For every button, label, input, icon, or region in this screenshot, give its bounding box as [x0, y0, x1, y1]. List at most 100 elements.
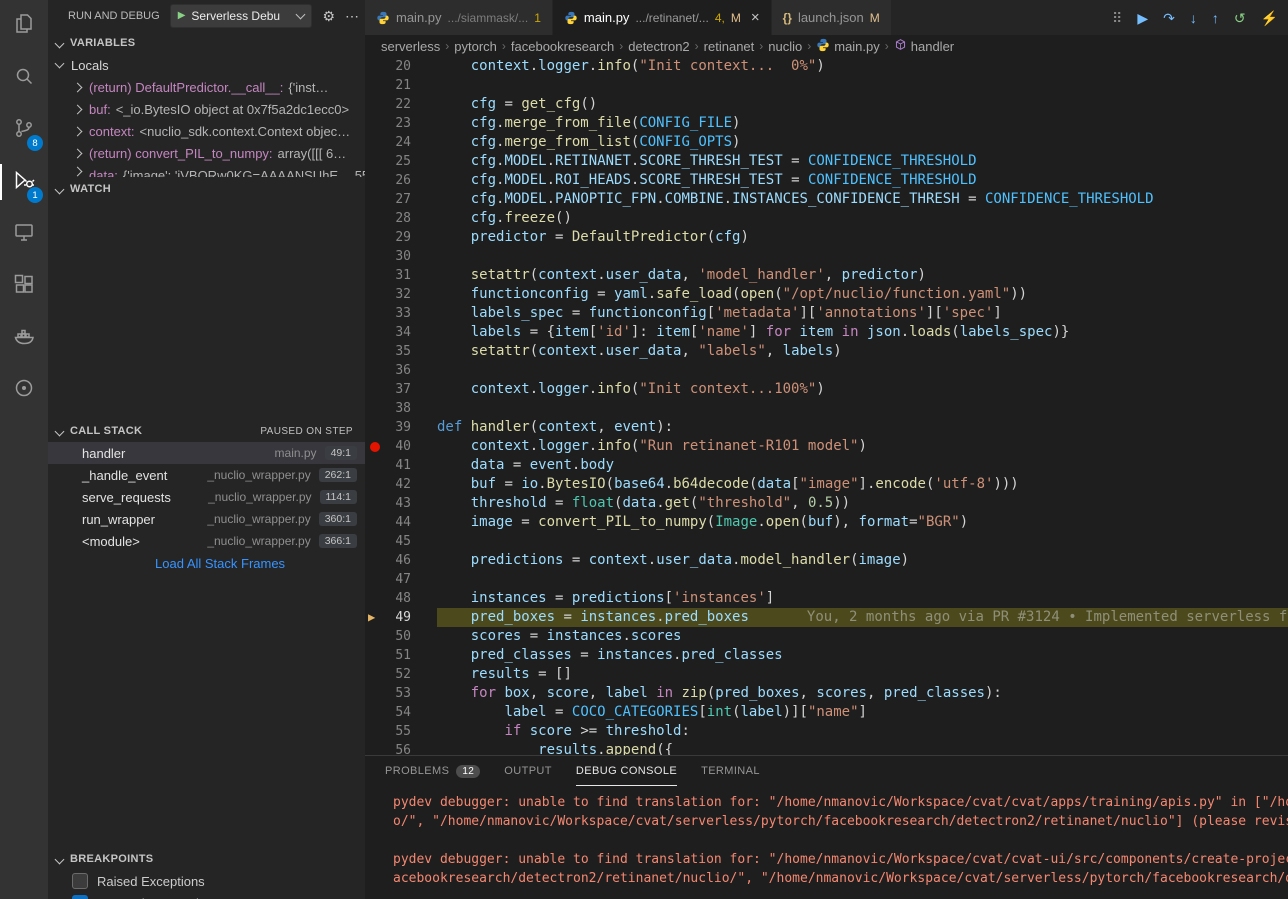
code-text[interactable]: def handler(context, event): [437, 418, 1288, 437]
panel-tab-terminal[interactable]: TERMINAL [701, 756, 760, 786]
breakpoints-section-header[interactable]: BREAKPOINTS [48, 848, 365, 870]
line-number[interactable]: 23 [385, 114, 411, 133]
stack-frame-row[interactable]: serve_requests_nuclio_wrapper.py114:1 [48, 486, 365, 508]
line-number[interactable]: 49 [385, 608, 411, 627]
line-number[interactable]: 47 [385, 570, 411, 589]
gear-icon[interactable]: ⚙ [322, 8, 335, 25]
code-text[interactable]: predictions = context.user_data.model_ha… [437, 551, 1288, 570]
breakpoint-margin[interactable] [365, 475, 385, 494]
breakpoint-margin[interactable] [365, 627, 385, 646]
line-number[interactable]: 46 [385, 551, 411, 570]
line-number[interactable]: 54 [385, 703, 411, 722]
activity-explorer[interactable] [0, 0, 48, 52]
breakpoint-margin[interactable] [365, 741, 385, 755]
breakpoint-margin[interactable] [365, 95, 385, 114]
line-number[interactable]: 35 [385, 342, 411, 361]
panel-tab-problems[interactable]: PROBLEMS12 [385, 756, 480, 786]
breakpoint-icon[interactable] [370, 442, 380, 452]
breadcrumb-item-serverless[interactable]: serverless [381, 39, 440, 54]
code-text[interactable]: results.append({ [437, 741, 1288, 755]
line-number[interactable]: 41 [385, 456, 411, 475]
code-text[interactable]: predictor = DefaultPredictor(cfg) [437, 228, 1288, 247]
code-text[interactable]: setattr(context.user_data, 'model_handle… [437, 266, 1288, 285]
line-number[interactable]: 38 [385, 399, 411, 418]
activity-extension-circle[interactable] [0, 364, 48, 416]
variable-row[interactable]: data:{'image': 'iVBORw0KG=AAAANSUhE… 55… [48, 164, 365, 177]
variables-scope-locals[interactable]: Locals [48, 54, 365, 76]
line-number[interactable]: 22 [385, 95, 411, 114]
breakpoint-row[interactable]: Raised Exceptions [48, 870, 365, 892]
breadcrumb-item-pytorch[interactable]: pytorch [454, 39, 497, 54]
code-text[interactable]: label = COCO_CATEGORIES[int(label)]["nam… [437, 703, 1288, 722]
code-text[interactable]: cfg.merge_from_file(CONFIG_FILE) [437, 114, 1288, 133]
breakpoint-margin[interactable] [365, 532, 385, 551]
line-number[interactable]: 43 [385, 494, 411, 513]
code-text[interactable]: cfg = get_cfg() [437, 95, 1288, 114]
line-number[interactable]: 48 [385, 589, 411, 608]
code-text[interactable] [437, 532, 1288, 551]
line-number[interactable]: 52 [385, 665, 411, 684]
code-text[interactable]: pred_boxes = instances.pred_boxesYou, 2 … [437, 608, 1288, 627]
breakpoint-margin[interactable] [365, 437, 385, 456]
checkbox-checked-icon[interactable]: ✓ [72, 895, 88, 899]
breakpoint-margin[interactable] [365, 76, 385, 95]
breadcrumb-item-retinanet[interactable]: retinanet [704, 39, 755, 54]
breadcrumb-item-nuclio[interactable]: nuclio [768, 39, 802, 54]
step-into-icon[interactable]: ↓ [1190, 11, 1197, 25]
breakpoint-margin[interactable] [365, 665, 385, 684]
breakpoint-margin[interactable] [365, 133, 385, 152]
line-number[interactable]: 44 [385, 513, 411, 532]
panel-tab-output[interactable]: OUTPUT [504, 756, 552, 786]
code-text[interactable]: scores = instances.scores [437, 627, 1288, 646]
tab-main.py[interactable]: main.py.../siammask/...1 [365, 0, 553, 35]
code-text[interactable]: setattr(context.user_data, "labels", lab… [437, 342, 1288, 361]
line-number[interactable]: 33 [385, 304, 411, 323]
breadcrumb-item-detectron2[interactable]: detectron2 [628, 39, 689, 54]
breakpoint-margin[interactable] [365, 380, 385, 399]
code-text[interactable]: for box, score, label in zip(pred_boxes,… [437, 684, 1288, 703]
line-number[interactable]: 42 [385, 475, 411, 494]
breakpoint-margin[interactable] [365, 114, 385, 133]
panel-tab-debug-console[interactable]: DEBUG CONSOLE [576, 756, 677, 786]
breakpoint-margin[interactable] [365, 570, 385, 589]
line-number[interactable]: 20 [385, 57, 411, 76]
line-number[interactable]: 21 [385, 76, 411, 95]
line-number[interactable]: 53 [385, 684, 411, 703]
breakpoint-margin[interactable] [365, 589, 385, 608]
code-text[interactable]: context.logger.info("Init context... 0%"… [437, 57, 1288, 76]
code-text[interactable]: context.logger.info("Init context...100%… [437, 380, 1288, 399]
line-number[interactable]: 39 [385, 418, 411, 437]
debug-start-icon[interactable]: ▶ [178, 11, 186, 21]
breakpoint-margin[interactable] [365, 57, 385, 76]
variables-section-header[interactable]: VARIABLES [48, 32, 365, 54]
step-over-icon[interactable]: ↷ [1163, 11, 1175, 25]
variable-row[interactable]: buf:<_io.BytesIO object at 0x7f5a2dc1ecc… [48, 98, 365, 120]
continue-icon[interactable]: ▶ [1137, 11, 1148, 25]
breakpoint-margin[interactable] [365, 190, 385, 209]
checkbox-unchecked-icon[interactable] [72, 873, 88, 889]
line-number[interactable]: 25 [385, 152, 411, 171]
line-number[interactable]: 37 [385, 380, 411, 399]
breakpoint-margin[interactable] [365, 342, 385, 361]
breakpoint-margin[interactable] [365, 399, 385, 418]
watch-section-header[interactable]: WATCH [48, 178, 365, 200]
stack-frame-row[interactable]: _handle_event_nuclio_wrapper.py262:1 [48, 464, 365, 486]
code-text[interactable]: instances = predictions['instances'] [437, 589, 1288, 608]
line-number[interactable]: 24 [385, 133, 411, 152]
line-number[interactable]: 32 [385, 285, 411, 304]
breakpoint-margin[interactable] [365, 646, 385, 665]
breakpoint-row[interactable]: ✓Uncaught Exceptions [48, 892, 365, 899]
debug-config-dropdown[interactable]: ▶ Serverless Debu [170, 4, 313, 28]
variable-row[interactable]: (return) DefaultPredictor.__call__:{'ins… [48, 76, 365, 98]
line-number[interactable]: 45 [385, 532, 411, 551]
breadcrumb-item-main.py[interactable]: main.py [816, 38, 880, 55]
code-text[interactable]: threshold = float(data.get("threshold", … [437, 494, 1288, 513]
breakpoint-margin[interactable] [365, 456, 385, 475]
stack-frame-row[interactable]: handlermain.py49:1 [48, 442, 365, 464]
breakpoint-margin[interactable] [365, 152, 385, 171]
breakpoint-margin[interactable] [365, 418, 385, 437]
breakpoint-margin[interactable] [365, 247, 385, 266]
breakpoint-margin[interactable] [365, 209, 385, 228]
line-number[interactable]: 31 [385, 266, 411, 285]
code-text[interactable]: labels = {item['id']: item['name'] for i… [437, 323, 1288, 342]
